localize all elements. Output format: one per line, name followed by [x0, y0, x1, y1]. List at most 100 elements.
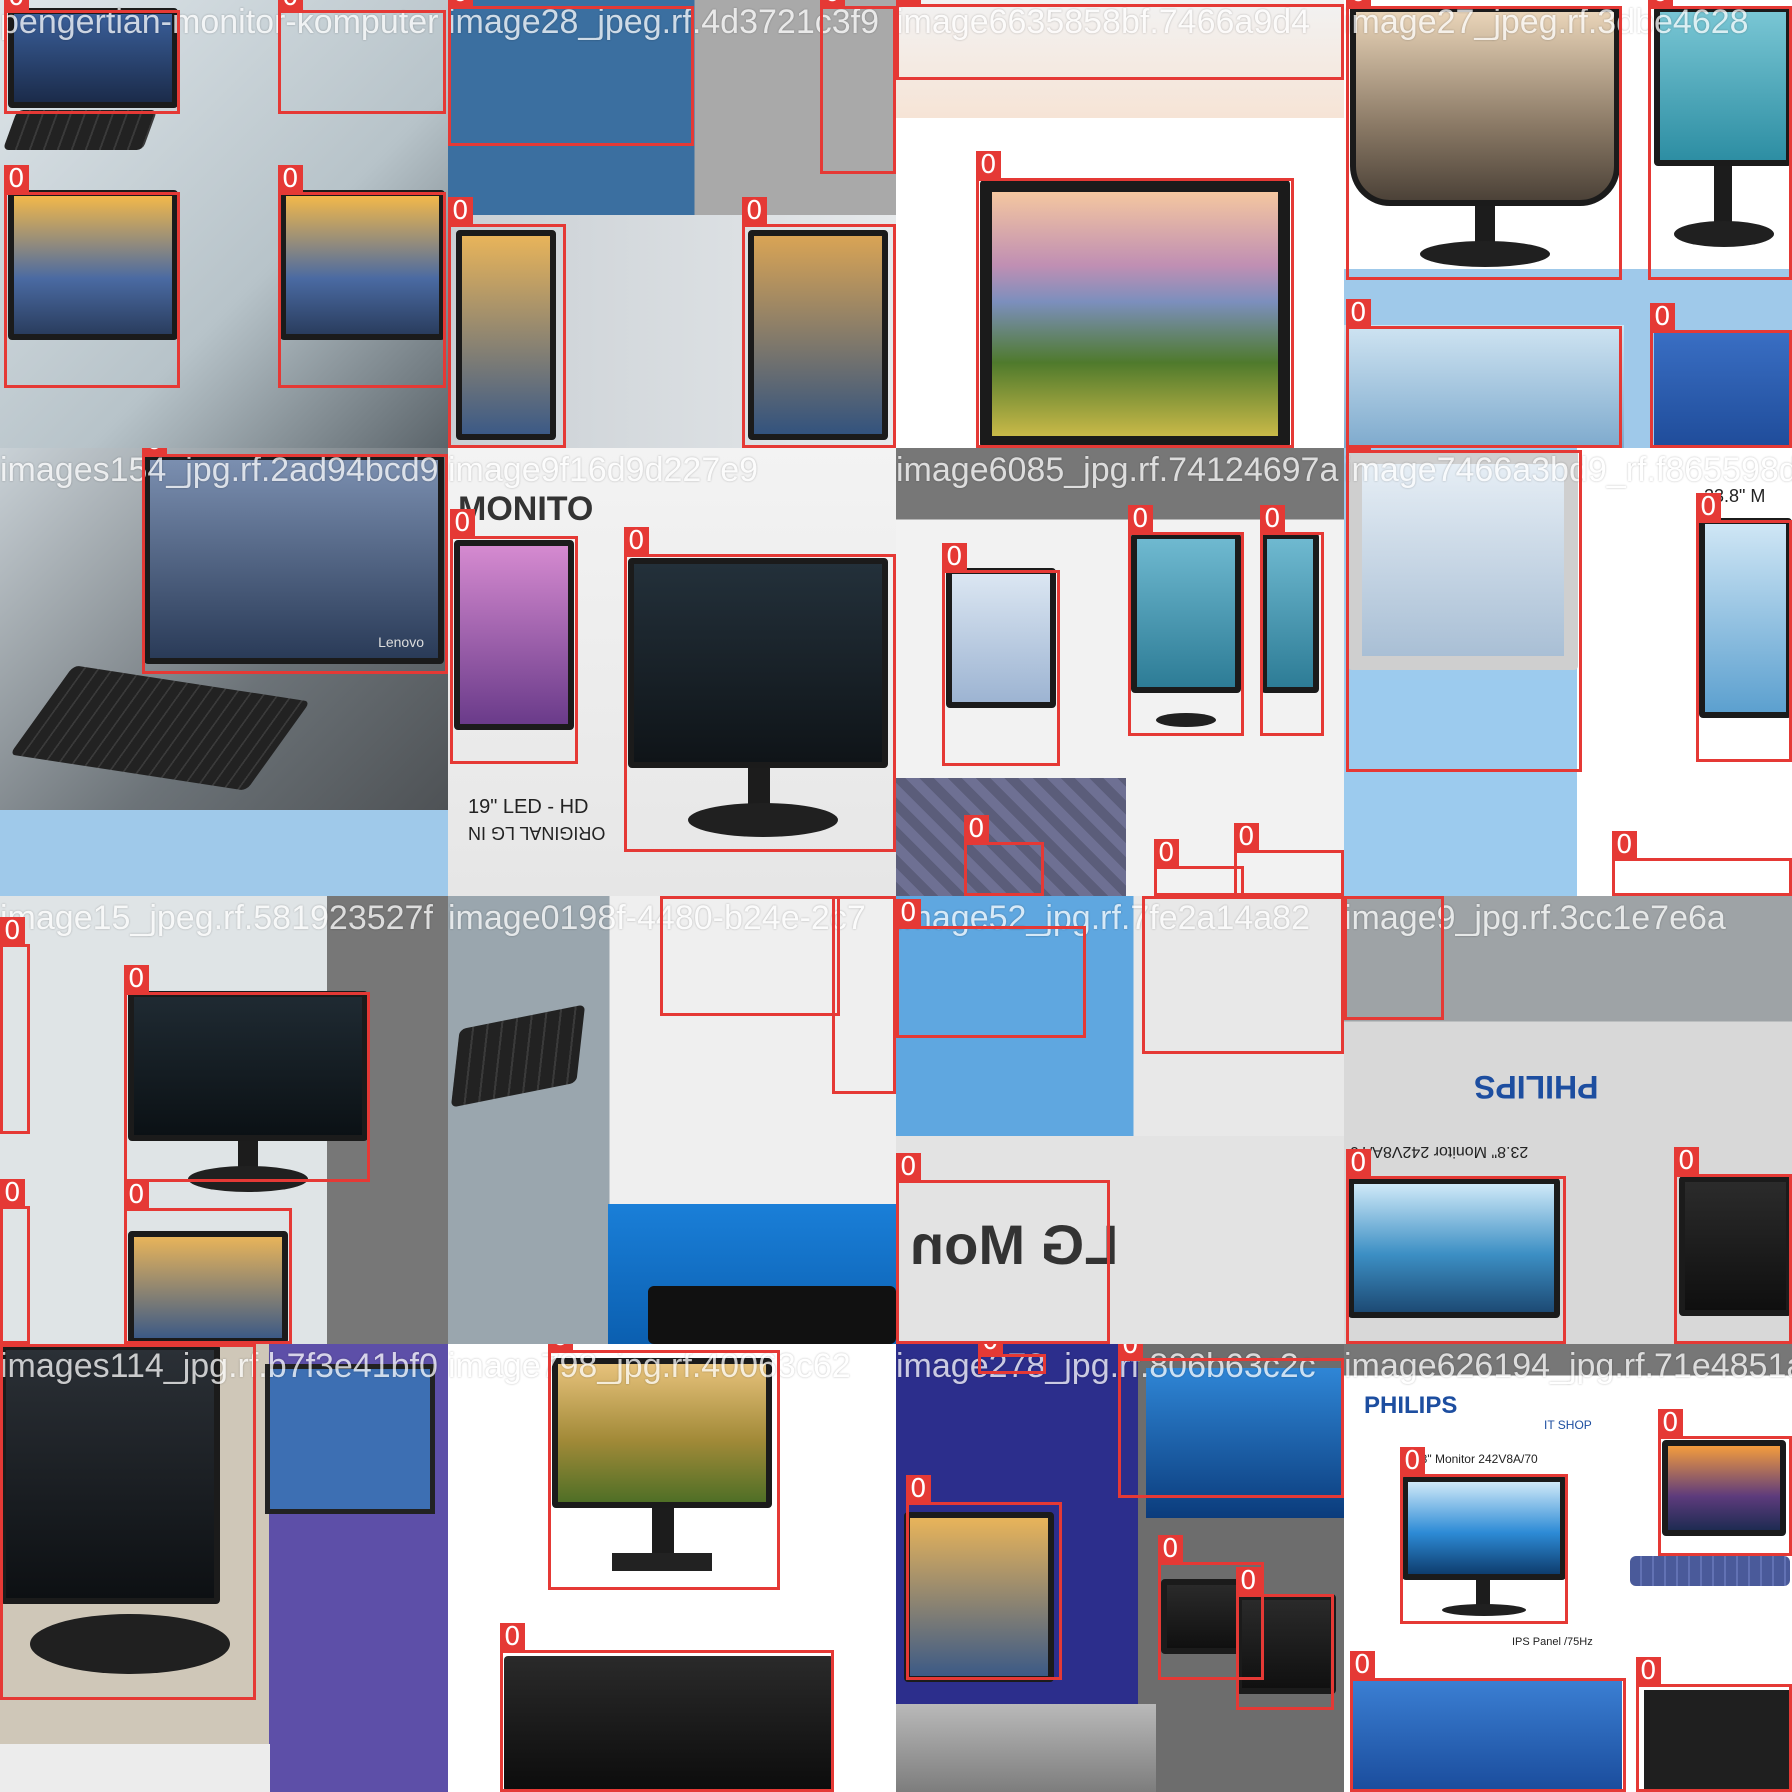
class-label: 0 — [1128, 505, 1153, 533]
class-label: 0 — [978, 1344, 1003, 1355]
detection-box: 0 — [142, 448, 448, 674]
class-label: 0 — [1636, 1657, 1661, 1685]
detection-box: 0 — [978, 1344, 1046, 1374]
class-label: 0 — [1346, 0, 1371, 7]
class-label: 0 — [976, 151, 1001, 179]
class-label: 0 — [896, 0, 921, 5]
class-label: 0 — [1346, 1149, 1371, 1177]
class-label: 0 — [742, 197, 767, 225]
detection-box: 0 — [1118, 1344, 1344, 1498]
detection-box: 0 — [1674, 1147, 1792, 1344]
tile-collage-paris-monitors: image28_jpeg.rf.4d3721c3f9 0 0 0 0 — [448, 0, 896, 448]
detection-box: 0 — [0, 1179, 30, 1344]
filename-label: image9f16d9d227e9 — [448, 451, 759, 489]
detection-box: 0 — [1346, 0, 1622, 280]
detection-box: 0 — [976, 151, 1294, 448]
detection-box: 0 — [660, 896, 840, 1016]
tile-close-monitor-purple: images114_jpg.rf.b7f3e41bf0 0 — [0, 1344, 448, 1792]
detection-box: 0 — [4, 165, 180, 388]
class-label: 0 — [448, 0, 473, 7]
class-label: 0 — [0, 1179, 25, 1207]
detection-box: 0 — [1154, 839, 1244, 896]
filename-label: image6085_jpg.rf.74124697a — [896, 451, 1339, 489]
detection-box: 0 — [1658, 1409, 1792, 1556]
detection-box: 0 — [1142, 896, 1344, 1054]
detection-box: 0 — [1346, 1149, 1566, 1344]
detection-box: 0 — [1234, 823, 1344, 896]
class-label: 0 — [1346, 299, 1371, 327]
class-label: 0 — [964, 815, 989, 843]
class-label: 0 — [1236, 1567, 1261, 1595]
class-label: 0 — [4, 0, 29, 11]
tile-desk-lenovo-monitor: Lenovo images154_jpg.rf.2ad94bcd9 0 — [0, 448, 448, 896]
detection-box: 0 — [742, 197, 896, 448]
class-label: 0 — [1344, 896, 1369, 897]
tile-lg-monitor-landscape: image798_jpg.rf.40063c62 0 0 — [448, 1344, 896, 1792]
class-label: 0 — [1650, 303, 1675, 331]
philips-brand: PHILIPS — [1364, 1392, 1458, 1419]
class-label: 0 — [1260, 505, 1285, 533]
tile-lg-monitor-box-blue: LG Mon image52_jpg.rf.7fe2a14a82 0 0 0 — [896, 896, 1344, 1344]
class-label: 0 — [1142, 896, 1167, 897]
tile-collage-lg-paris: image15_jpeg.rf.581923527f 0 0 0 0 — [0, 896, 448, 1344]
detection-box: 0 — [896, 899, 1086, 1038]
tile-desk-monitor-paris: pengertian-monitor-komputer 0 0 0 0 — [0, 0, 448, 448]
detection-box: 0 — [278, 165, 446, 388]
class-label: 0 — [500, 1623, 525, 1651]
bottom-strip — [0, 1744, 270, 1792]
detection-box: 0 — [1260, 505, 1324, 736]
class-label: 0 — [1658, 1409, 1683, 1437]
philips-brand: PHILIPS — [1474, 1069, 1599, 1105]
class-label: 0 — [942, 543, 967, 571]
filename-label: image15_jpeg.rf.581923527f — [0, 899, 433, 937]
tile-monitor-sunset-landscape: image6635858bf.7466a9d4 0 0 — [896, 0, 1344, 448]
box-spec-flipped: ORIGINAL LG IN — [468, 823, 606, 843]
detection-box: 0 — [278, 0, 446, 114]
detection-box: 0 — [820, 0, 896, 174]
detection-box: 0 — [964, 815, 1044, 896]
philips-model: 23.8" Monitor 242V8A/70 — [1350, 1143, 1529, 1160]
detection-box: 0 — [832, 896, 896, 1094]
it-shop-label: IT SHOP — [1544, 1418, 1592, 1432]
class-label: 0 — [448, 197, 473, 225]
class-label: 0 — [1400, 1447, 1425, 1475]
detection-box: 0 — [0, 1344, 256, 1700]
monitor-edge — [648, 1286, 896, 1344]
detection-box: 0 — [1350, 1651, 1626, 1792]
class-label: 0 — [1674, 1147, 1699, 1175]
tile-white-imac-blue: 23.8" M image7466a3bd9_rf.f865598dc9 0 0… — [1344, 448, 1792, 896]
detection-box: 0 — [942, 543, 1060, 766]
detection-box: 0 — [1612, 831, 1792, 896]
blue-strip — [0, 810, 448, 896]
class-label: 0 — [832, 896, 857, 897]
class-label: 0 — [820, 0, 845, 7]
class-label: 0 — [1612, 831, 1637, 859]
class-label: 0 — [1234, 823, 1259, 851]
class-label: 0 — [142, 448, 167, 455]
class-label: 0 — [660, 896, 685, 897]
class-label: 0 — [1346, 448, 1371, 451]
desk-surface — [896, 1704, 1156, 1792]
detection-box: 0 — [1648, 0, 1792, 280]
box-title: MONITO — [458, 490, 594, 528]
detection-box: 0 — [548, 1344, 780, 1590]
class-label: 0 — [1118, 1344, 1143, 1359]
class-label: 0 — [896, 1153, 921, 1181]
detection-box: 0 — [500, 1623, 834, 1792]
class-label: 0 — [450, 509, 475, 537]
detection-box: 0 — [1344, 896, 1444, 1020]
detection-box: 0 — [1400, 1447, 1568, 1624]
detection-box: 0 — [1346, 448, 1582, 772]
detection-box: 0 — [896, 1153, 1110, 1344]
keyboard — [1630, 1556, 1790, 1586]
class-label: 0 — [278, 0, 303, 11]
detection-box: 0 — [450, 509, 578, 764]
detection-box: 0 — [1128, 505, 1244, 736]
mosaic-grid: pengertian-monitor-komputer 0 0 0 0 imag… — [0, 0, 1792, 1792]
class-label: 0 — [0, 917, 25, 945]
class-label: 0 — [1648, 0, 1673, 7]
tile-lg-monitor-box: MONITO 19" LED - HD ORIGINAL LG IN image… — [448, 448, 896, 896]
detection-box: 0 — [896, 0, 1344, 80]
ips-panel-label: IPS Panel /75Hz — [1512, 1636, 1593, 1648]
box-spec: 19" LED - HD — [468, 796, 589, 818]
